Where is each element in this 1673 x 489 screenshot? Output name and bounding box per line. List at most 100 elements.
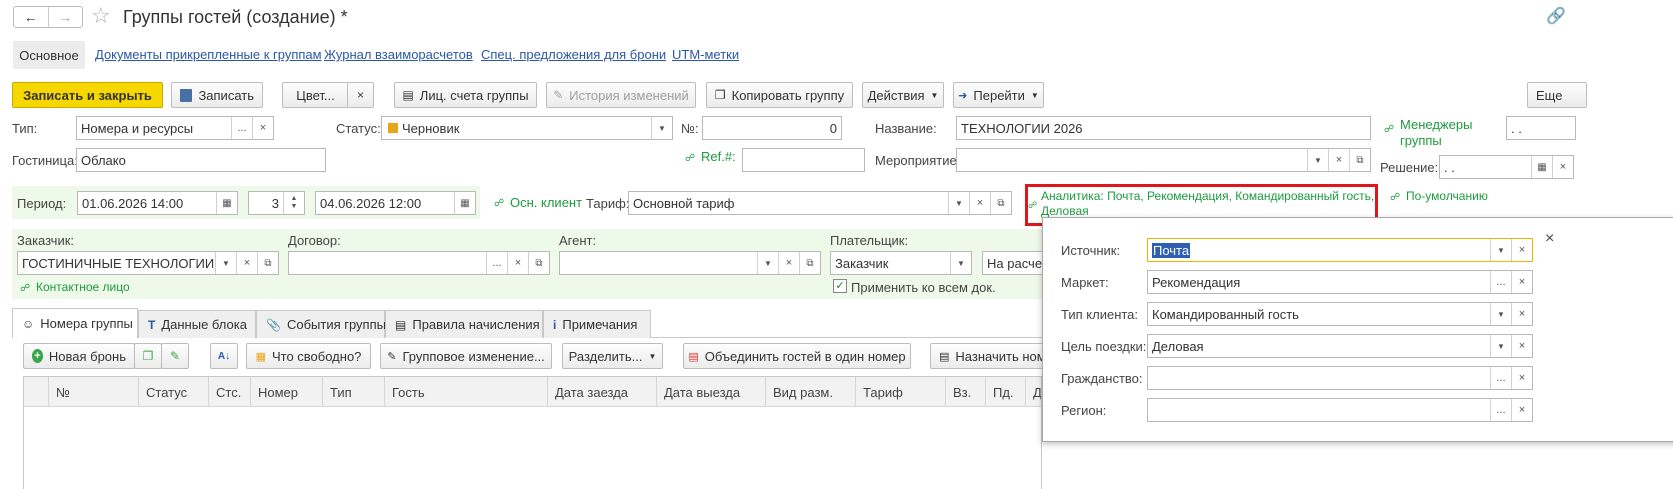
tariff-field[interactable]: Основной тариф ▼ × ⧉ [628,191,1012,215]
ellipsis-icon[interactable]: ... [486,252,507,274]
citizenship-field[interactable]: ... × [1147,366,1533,390]
period-to-field[interactable]: 04.06.2026 12:00 ▦ [315,191,476,215]
contract-field[interactable]: ... × ⧉ [288,251,550,275]
close-icon[interactable]: × [236,252,257,274]
nav-link-journal[interactable]: Журнал взаиморасчетов [324,47,473,62]
col-accommodation[interactable]: Вид разм. [766,377,856,407]
tab-group-events[interactable]: 📎 События группы [256,310,386,338]
calendar-icon[interactable]: ▦ [1531,156,1552,178]
ellipsis-icon[interactable]: ... [231,117,252,139]
ellipsis-icon[interactable]: ... [1490,367,1511,389]
source-field[interactable]: Почта ▼ × [1147,238,1533,262]
chevron-down-icon[interactable]: ▼ [1307,149,1328,171]
copy-group-button[interactable]: ❐ Копировать группу [706,82,853,108]
ref-field[interactable] [742,148,865,172]
ellipsis-icon[interactable]: ... [1490,399,1511,421]
type-field[interactable]: Номера и ресурсы ... × [76,116,274,140]
col-status[interactable]: Статус [139,377,209,407]
what-free-button[interactable]: ▦ Что свободно? [246,343,371,369]
close-icon[interactable]: × [252,117,273,139]
close-icon[interactable]: × [1511,239,1532,261]
customer-field[interactable]: ГОСТИНИЧНЫЕ ТЕХНОЛОГИИ ▼ × ⧉ [17,251,279,275]
decision-field[interactable]: . . ▦ × [1439,155,1574,179]
merge-guests-button[interactable]: ▤ Объединить гостей в один номер [683,343,911,369]
nav-link-documents[interactable]: Документы прикрепленные к группам [95,47,322,62]
col-departure[interactable]: Дата выезда [657,377,766,407]
contact-person-link[interactable]: Контактное лицо [36,280,130,294]
tab-rooms[interactable]: ☺ Номера группы [12,308,138,338]
managers-link[interactable]: Менеджеры группы [1400,117,1490,149]
assign-room-button[interactable]: ▤ Назначить ном [930,343,1050,369]
close-icon[interactable]: × [1511,303,1532,325]
close-icon[interactable]: × [969,192,990,214]
open-icon[interactable]: ⧉ [257,252,278,274]
col-type[interactable]: Тип [323,377,385,407]
add-copy-button[interactable]: ❐ [134,343,162,369]
chevron-down-icon[interactable]: ▼ [948,192,969,214]
open-icon[interactable]: ⧉ [990,192,1011,214]
sort-button[interactable]: A↓ [210,343,238,369]
close-icon[interactable]: × [1328,149,1349,171]
favorite-star-icon[interactable]: ☆ [91,3,111,29]
tab-charge-rules[interactable]: ▤ Правила начисления [385,310,543,338]
ellipsis-icon[interactable]: ... [1490,271,1511,293]
status-field[interactable]: Черновик ▼ [381,116,673,140]
nav-link-special-offers[interactable]: Спец. предложения для брони [481,47,666,62]
managers-field[interactable]: . . [1506,116,1576,140]
close-icon[interactable]: × [1545,230,1554,248]
col-number[interactable]: № [49,377,139,407]
close-icon[interactable]: × [507,252,528,274]
open-icon[interactable]: ⧉ [1349,149,1370,171]
close-icon[interactable]: × [1552,156,1573,178]
accounts-button[interactable]: ▤ Лиц. счета группы [394,82,537,108]
close-icon[interactable]: × [1511,399,1532,421]
chevron-down-icon[interactable]: ▼ [1490,239,1511,261]
forward-button[interactable]: → [49,7,83,27]
link-icon[interactable]: 🔗 [1546,6,1566,26]
col-tariff[interactable]: Тариф [856,377,946,407]
hotel-field[interactable]: Облако [76,148,326,172]
name-field[interactable]: ТЕХНОЛОГИИ 2026 [956,116,1371,140]
chevron-down-icon[interactable]: ▼ [1490,303,1511,325]
chevron-down-icon[interactable]: ▼ [215,252,236,274]
close-icon[interactable]: × [778,252,799,274]
close-icon[interactable]: × [1511,367,1532,389]
nav-main-tab[interactable]: Основное [13,41,85,69]
market-field[interactable]: Рекомендация ... × [1147,270,1533,294]
color-button[interactable]: Цвет... [282,82,348,108]
col-room[interactable]: Номер [251,377,323,407]
agent-field[interactable]: ▼ × ⧉ [559,251,821,275]
apply-all-checkbox[interactable]: ✓ [833,279,847,293]
client-type-field[interactable]: Командированный гость ▼ × [1147,302,1533,326]
default-link[interactable]: По-умолчанию [1406,189,1488,203]
ref-link[interactable]: Ref.#: [701,149,736,164]
calendar-icon[interactable]: ▦ [454,192,475,214]
calendar-icon[interactable]: ▦ [216,192,237,214]
save-close-button[interactable]: Записать и закрыть [12,82,163,108]
split-button[interactable]: Разделить... ▼ [562,343,663,369]
more-button[interactable]: Еще [1527,82,1587,108]
save-button[interactable]: Записать [171,82,263,108]
back-button[interactable]: ← [14,7,49,27]
col-children[interactable]: Дт. [1026,377,1041,407]
col-adults[interactable]: Вз. [946,377,986,407]
new-booking-button[interactable]: + Новая бронь [23,343,135,369]
edit-button[interactable]: ✎ [161,343,189,369]
open-icon[interactable]: ⧉ [799,252,820,274]
tab-notes[interactable]: i Примечания [543,310,651,338]
number-field[interactable]: 0 [702,116,842,140]
tab-block-data[interactable]: T Данные блока [138,310,256,338]
region-field[interactable]: ... × [1147,398,1533,422]
chevron-down-icon[interactable]: ▼ [1490,335,1511,357]
trip-purpose-field[interactable]: Деловая ▼ × [1147,334,1533,358]
actions-menu-button[interactable]: Действия ▼ [862,82,944,108]
col-guest[interactable]: Гость [385,377,548,407]
col-teens[interactable]: Пд. [986,377,1026,407]
period-from-field[interactable]: 01.06.2026 14:00 ▦ [77,191,238,215]
chevron-down-icon[interactable]: ▼ [651,117,672,139]
history-button[interactable]: ✎ История изменений [546,82,696,108]
group-change-button[interactable]: ✎ Групповое изменение... [380,343,552,369]
event-field[interactable]: ▼ × ⧉ [956,148,1371,172]
col-sts[interactable]: Стс. [209,377,251,407]
nights-field[interactable]: 3 ▲ ▼ [248,191,305,215]
